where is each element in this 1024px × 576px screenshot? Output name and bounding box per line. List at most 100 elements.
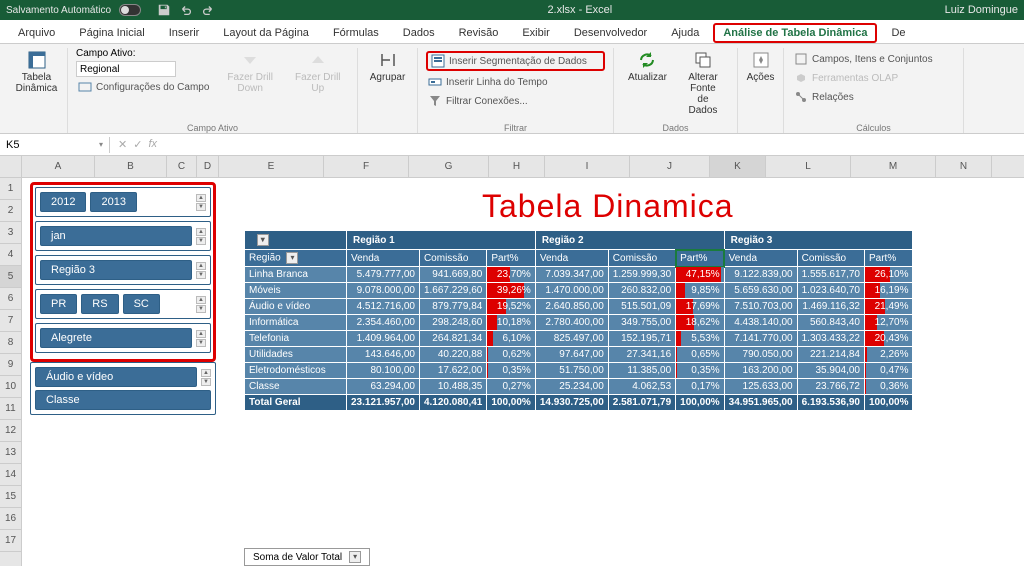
sum-value-box[interactable]: Soma de Valor Total ▾ [244, 548, 370, 566]
slicer-spin[interactable]: ▲▼ [196, 194, 206, 211]
col-header[interactable]: D [197, 156, 219, 177]
col-header[interactable]: C [167, 156, 197, 177]
chip-pr[interactable]: PR [40, 294, 77, 314]
sheet-content[interactable]: 2012 2013 ▲▼ jan ▲▼ Região 3 ▲▼ PR RS [22, 178, 1024, 566]
row-header[interactable]: 16 [0, 508, 21, 530]
relacoes-button[interactable]: Relações [792, 89, 955, 105]
filtrar-conexoes-button[interactable]: Filtrar Conexões... [426, 93, 605, 109]
sheet-area: 1234567891011121314151617 ABCDEFGHIJKLMN… [0, 156, 1024, 566]
row-header[interactable]: 14 [0, 464, 21, 486]
olap-button: Ferramentas OLAP [792, 70, 955, 86]
tab-arquivo[interactable]: Arquivo [8, 23, 65, 43]
slicer-spin[interactable]: ▲▼ [201, 369, 211, 386]
tab-revisao[interactable]: Revisão [449, 23, 509, 43]
autosave-toggle[interactable] [119, 4, 141, 16]
group-filtrar: Filtrar [418, 123, 613, 133]
tab-dados[interactable]: Dados [393, 23, 445, 43]
chip-classe[interactable]: Classe [35, 390, 211, 410]
col-header[interactable]: J [630, 156, 710, 177]
col-header[interactable]: M [851, 156, 936, 177]
col-header[interactable]: H [489, 156, 545, 177]
slicer-state[interactable]: PR RS SC ▲▼ [35, 289, 211, 319]
col-header[interactable]: E [219, 156, 324, 177]
tab-pagina-inicial[interactable]: Página Inicial [69, 23, 154, 43]
name-box[interactable]: K5 ▾ [0, 137, 110, 153]
col-header[interactable]: K [710, 156, 766, 177]
col-header[interactable]: N [936, 156, 992, 177]
row-header[interactable]: 9 [0, 354, 21, 376]
row-header[interactable]: 10 [0, 376, 21, 398]
inserir-linha-tempo-button[interactable]: Inserir Linha do Tempo [426, 74, 605, 90]
row-header[interactable]: 6 [0, 288, 21, 310]
enter-formula-icon[interactable]: ✓ [133, 138, 142, 151]
fx-icon[interactable]: fx [148, 138, 157, 151]
chip-sc[interactable]: SC [123, 294, 160, 314]
col-header[interactable]: I [545, 156, 630, 177]
row-header[interactable]: 3 [0, 222, 21, 244]
redo-icon[interactable] [201, 3, 215, 17]
slicer-year[interactable]: 2012 2013 ▲▼ [35, 187, 211, 217]
row-header[interactable]: 17 [0, 530, 21, 552]
campos-conjuntos-button[interactable]: Campos, Itens e Conjuntos [792, 51, 955, 67]
row-header[interactable]: 15 [0, 486, 21, 508]
tab-layout[interactable]: Layout da Página [213, 23, 319, 43]
slicer-spin[interactable]: ▲▼ [196, 296, 206, 313]
actions-icon [751, 50, 771, 70]
slicer-spin[interactable]: ▲▼ [196, 330, 206, 347]
col-header[interactable]: L [766, 156, 851, 177]
row-header[interactable]: 13 [0, 442, 21, 464]
inserir-segmentacao-button[interactable]: Inserir Segmentação de Dados [426, 51, 605, 71]
pivot-table[interactable]: ▾Região 1Região 2Região 3Região ▾VendaCo… [244, 230, 913, 411]
slicer-region[interactable]: Região 3 ▲▼ [35, 255, 211, 285]
col-header[interactable]: F [324, 156, 409, 177]
agrupar-button[interactable]: Agrupar [366, 48, 409, 85]
campo-ativo-input[interactable] [76, 61, 176, 77]
page-title: Tabela Dinamica [482, 188, 734, 225]
col-header[interactable]: A [22, 156, 95, 177]
slicer-spin[interactable]: ▲▼ [196, 228, 206, 245]
undo-icon[interactable] [179, 3, 193, 17]
config-campo-button[interactable]: Configurações do Campo [76, 79, 211, 95]
slicer-spin[interactable]: ▲▼ [196, 262, 206, 279]
row-header[interactable]: 5 [0, 266, 21, 288]
slicer-category[interactable]: Áudio e vídeo ▲▼ Classe [30, 362, 216, 415]
tabela-dinamica-button[interactable]: Tabela Dinâmica [14, 48, 59, 96]
acoes-button[interactable]: Ações [746, 48, 775, 85]
row-header[interactable]: 1 [0, 178, 21, 200]
pivot-table-icon [27, 50, 47, 70]
save-icon[interactable] [157, 3, 171, 17]
tab-ajuda[interactable]: Ajuda [661, 23, 709, 43]
row-header[interactable]: 12 [0, 420, 21, 442]
chip-audio[interactable]: Áudio e vídeo [35, 367, 197, 387]
slicer-city[interactable]: Alegrete ▲▼ [35, 323, 211, 353]
row-header[interactable]: 8 [0, 332, 21, 354]
chip-alegrete[interactable]: Alegrete [40, 328, 192, 348]
group-dados: Dados [614, 123, 737, 133]
row-header[interactable]: 7 [0, 310, 21, 332]
atualizar-button[interactable]: Atualizar [622, 48, 673, 118]
alterar-fonte-button[interactable]: Alterar Fonte de Dados [677, 48, 729, 118]
chip-regiao3[interactable]: Região 3 [40, 260, 192, 280]
cancel-formula-icon[interactable]: ✕ [118, 138, 127, 151]
tab-analise-tabela-dinamica[interactable]: Análise de Tabela Dinâmica [713, 23, 877, 43]
slicer-month[interactable]: jan ▲▼ [35, 221, 211, 251]
chip-2013[interactable]: 2013 [90, 192, 136, 212]
drill-down-icon [240, 50, 260, 70]
tab-formulas[interactable]: Fórmulas [323, 23, 389, 43]
tab-inserir[interactable]: Inserir [159, 23, 210, 43]
data-source-icon [693, 50, 713, 70]
row-header[interactable]: 4 [0, 244, 21, 266]
tab-desenvolvedor[interactable]: Desenvolvedor [564, 23, 657, 43]
row-header[interactable]: 11 [0, 398, 21, 420]
col-header[interactable]: B [95, 156, 167, 177]
chip-2012[interactable]: 2012 [40, 192, 86, 212]
chevron-down-icon[interactable]: ▾ [349, 551, 361, 563]
chip-jan[interactable]: jan [40, 226, 192, 246]
chevron-down-icon[interactable]: ▾ [99, 140, 103, 149]
col-header[interactable]: G [409, 156, 489, 177]
row-header[interactable]: 2 [0, 200, 21, 222]
chip-rs[interactable]: RS [81, 294, 118, 314]
formula-input[interactable] [165, 143, 1024, 147]
tab-design[interactable]: De [881, 23, 915, 43]
tab-exibir[interactable]: Exibir [512, 23, 560, 43]
